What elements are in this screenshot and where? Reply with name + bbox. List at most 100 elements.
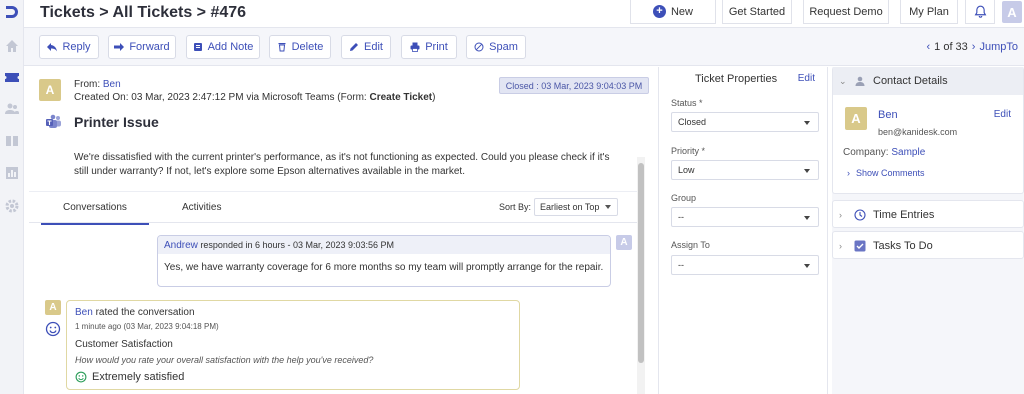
smile-icon	[75, 371, 87, 383]
contacts-icon[interactable]	[4, 101, 20, 117]
bell-icon	[974, 5, 986, 18]
chevron-down-icon: ⌄	[839, 75, 847, 86]
microsoft-teams-icon	[46, 114, 61, 128]
pencil-icon	[350, 43, 359, 51]
new-button[interactable]: + New	[630, 0, 716, 24]
company-link[interactable]: Sample	[891, 147, 925, 158]
left-nav-rail	[0, 0, 24, 394]
trash-icon	[278, 43, 286, 52]
scrollbar-thumb[interactable]	[638, 163, 644, 363]
contact-details-card: ⌄ Contact Details A Ben Edit ben@kanides…	[832, 67, 1024, 194]
properties-edit-link[interactable]: Edit	[798, 73, 815, 84]
satisfaction-smile-icon	[45, 321, 61, 337]
printer-icon	[410, 42, 420, 52]
survey-answer: Extremely satisfied	[75, 371, 184, 383]
note-icon	[193, 43, 202, 51]
rater-avatar: A	[45, 300, 61, 315]
chevron-down-icon	[804, 216, 810, 220]
reply-body: Yes, we have warranty coverage for 6 mor…	[164, 262, 604, 273]
ticket-description: We're dissatisfied with the current prin…	[74, 152, 610, 177]
rating-time: 1 minute ago (03 Mar, 2023 9:04:18 PM)	[75, 322, 219, 331]
delete-button[interactable]: Delete	[269, 35, 331, 59]
contact-email: ben@kanidesk.com	[878, 127, 958, 137]
add-note-button[interactable]: Add Note	[186, 35, 260, 59]
chevron-down-icon	[804, 169, 810, 173]
chevron-right-icon: ›	[839, 210, 842, 220]
rater-name[interactable]: Ben	[75, 307, 93, 318]
requester-avatar: A	[39, 79, 61, 101]
home-icon[interactable]	[4, 38, 20, 54]
properties-title: Ticket Properties	[695, 73, 778, 85]
tickets-icon[interactable]	[4, 69, 20, 85]
notifications-button[interactable]	[965, 0, 995, 24]
closed-status-badge: Closed : 03 Mar, 2023 9:04:03 PM	[499, 77, 649, 94]
tasks-card: › Tasks To Do	[832, 231, 1024, 259]
contact-details-header[interactable]: ⌄ Contact Details	[833, 67, 1023, 95]
satisfaction-rating-card: Ben rated the conversation 1 minute ago …	[66, 300, 520, 390]
checkbox-icon	[854, 240, 866, 252]
reply-button[interactable]: Reply	[39, 35, 99, 59]
chevron-down-icon	[804, 264, 810, 268]
rating-title: Ben rated the conversation	[75, 307, 195, 318]
priority-select[interactable]: Low	[671, 160, 819, 180]
reply-icon	[47, 43, 58, 52]
time-entries-header[interactable]: › Time Entries	[833, 201, 1023, 229]
agent-name[interactable]: Andrew	[164, 240, 198, 251]
app-logo-icon[interactable]	[4, 4, 20, 20]
survey-question: How would you rate your overall satisfac…	[75, 355, 374, 365]
assign-to-select[interactable]: --	[671, 255, 819, 275]
top-header: Tickets > All Tickets > #476 + New Get S…	[24, 0, 1024, 28]
contact-company: Company: Sample	[843, 147, 926, 158]
agent-avatar: A	[616, 235, 632, 250]
knowledge-base-icon[interactable]	[4, 133, 20, 149]
requester-name-link[interactable]: Ben	[103, 79, 121, 90]
group-select[interactable]: --	[671, 207, 819, 227]
contact-avatar: A	[845, 107, 867, 130]
conversation-tabs: Conversations Activities Sort By: Earlie…	[29, 191, 639, 225]
created-on-line: Created On: 03 Mar, 2023 2:47:12 PM via …	[74, 92, 436, 103]
contact-edit-link[interactable]: Edit	[994, 109, 1011, 120]
settings-icon[interactable]	[4, 198, 20, 214]
tab-activities[interactable]: Activities	[182, 202, 221, 213]
time-entries-card: › Time Entries	[832, 200, 1024, 228]
status-select[interactable]: Closed	[671, 112, 819, 132]
ticket-toolbar: Reply Forward Add Note Delete Edit Print…	[24, 28, 1024, 66]
sort-by-label: Sort By:	[499, 202, 532, 212]
ticket-properties-panel: Ticket Properties Edit Status * Closed P…	[658, 67, 828, 394]
priority-label: Priority *	[671, 146, 706, 156]
my-plan-button[interactable]: My Plan	[900, 0, 958, 24]
previous-ticket-button[interactable]: ‹	[926, 41, 930, 53]
reports-icon[interactable]	[4, 165, 20, 181]
tasks-header[interactable]: › Tasks To Do	[833, 232, 1023, 260]
survey-title: Customer Satisfaction	[75, 339, 173, 350]
ticket-pager: ‹ 1 of 33 › JumpTo	[926, 41, 1018, 53]
contact-name[interactable]: Ben	[878, 109, 898, 121]
spam-button[interactable]: Spam	[466, 35, 526, 59]
chevron-down-icon	[804, 121, 810, 125]
chevron-down-icon	[605, 205, 611, 209]
show-comments-toggle[interactable]: › Show Comments	[847, 168, 925, 178]
sort-order-select[interactable]: Earliest on Top	[534, 198, 618, 216]
request-demo-button[interactable]: Request Demo	[803, 0, 889, 24]
tab-conversations[interactable]: Conversations	[41, 202, 149, 225]
chevron-right-icon: ›	[839, 241, 842, 251]
forward-button[interactable]: Forward	[108, 35, 176, 59]
get-started-button[interactable]: Get Started	[722, 0, 792, 24]
chevron-right-icon: ›	[847, 168, 850, 178]
next-ticket-button[interactable]: ›	[972, 41, 976, 53]
from-line: From: Ben	[74, 79, 121, 90]
ticket-detail-pane: A From: Ben Created On: 03 Mar, 2023 2:4…	[29, 67, 650, 394]
assign-to-label: Assign To	[671, 240, 710, 250]
edit-button[interactable]: Edit	[341, 35, 391, 59]
contact-panel: ⌄ Contact Details A Ben Edit ben@kanides…	[832, 67, 1024, 394]
jump-to-link[interactable]: JumpTo	[979, 41, 1018, 53]
agent-reply-message: Andrew responded in 6 hours - 03 Mar, 20…	[157, 235, 611, 287]
ticket-subject: Printer Issue	[74, 114, 159, 130]
user-icon	[855, 76, 865, 86]
forward-icon	[114, 43, 125, 51]
plus-icon: +	[652, 5, 666, 18]
print-button[interactable]: Print	[401, 35, 457, 59]
conversation-scrollbar[interactable]	[637, 157, 645, 394]
user-avatar[interactable]: A	[1002, 1, 1022, 23]
ban-icon	[474, 42, 484, 52]
